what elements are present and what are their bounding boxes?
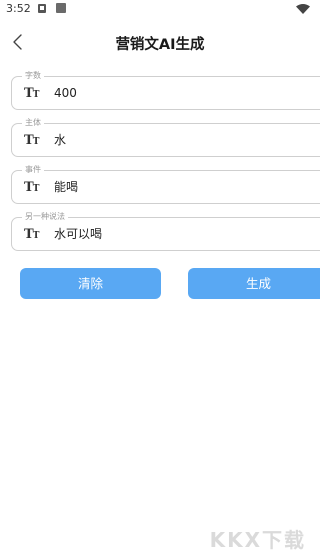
event-field[interactable]: 事件 TT 能喝 <box>11 164 320 204</box>
watermark: KKX下载 <box>209 528 306 552</box>
app-header: 营销文AI生成 <box>0 22 320 62</box>
status-bar: 3:52 <box>0 0 320 18</box>
field-label: 主体 <box>22 117 44 129</box>
text-size-icon: TT <box>24 133 39 148</box>
word-count-field[interactable]: 字数 TT 400 <box>11 70 320 110</box>
page-title: 营销文AI生成 <box>115 37 205 53</box>
text-size-icon: TT <box>24 227 39 242</box>
square-icon <box>56 3 66 13</box>
field-value: 水可以喝 <box>54 227 103 241</box>
generate-button[interactable]: 生成 <box>188 268 320 299</box>
subject-field[interactable]: 主体 TT 水 <box>11 117 320 157</box>
alternative-phrasing-field[interactable]: 另一种说法 TT 水可以喝 <box>11 211 320 251</box>
field-value: 能喝 <box>54 180 79 194</box>
field-label: 另一种说法 <box>22 211 68 223</box>
field-label: 事件 <box>22 164 44 176</box>
field-value: 水 <box>54 133 67 147</box>
field-label: 字数 <box>22 70 44 82</box>
text-size-icon: TT <box>24 180 39 195</box>
wifi-icon <box>296 4 310 14</box>
field-value: 400 <box>54 86 77 100</box>
clear-button[interactable]: 清除 <box>20 268 161 299</box>
text-size-icon: TT <box>24 86 39 101</box>
notification-icon <box>38 4 46 13</box>
status-time: 3:52 <box>6 2 31 15</box>
